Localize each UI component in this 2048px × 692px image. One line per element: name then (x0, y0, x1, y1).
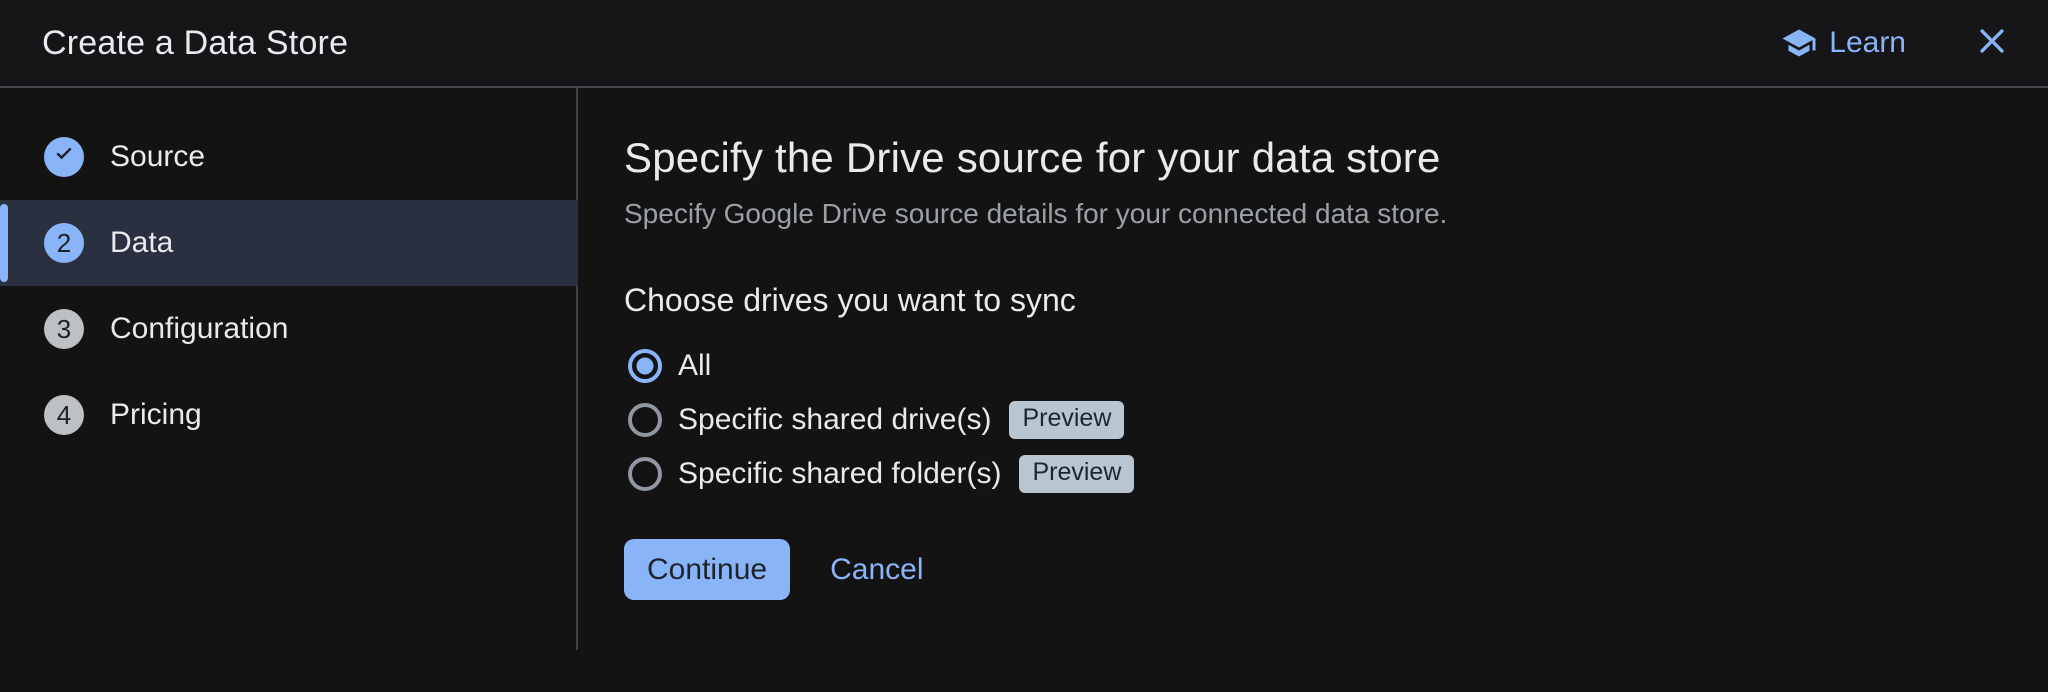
option-all[interactable]: All (624, 339, 1988, 393)
option-specific-shared-drives[interactable]: Specific shared drive(s) Preview (624, 393, 1988, 447)
step-configuration[interactable]: 3 Configuration (0, 286, 578, 372)
radio-all-checked-icon[interactable] (628, 349, 662, 383)
step-data-label: Data (110, 226, 173, 260)
step-source[interactable]: Source (0, 114, 578, 200)
continue-button[interactable]: Continue (624, 539, 790, 600)
learn-link[interactable]: Learn (1773, 19, 1914, 67)
step-configuration-circle: 3 (44, 309, 84, 349)
close-icon (1975, 24, 2009, 63)
step-pricing-label: Pricing (110, 398, 202, 432)
stepper-sidebar: Source 2 Data 3 Configuration 4 Pricing (0, 88, 578, 692)
preview-badge: Preview (1019, 455, 1134, 493)
option-specific-folders-label: Specific shared folder(s) (678, 457, 1001, 491)
step-configuration-label: Configuration (110, 312, 288, 346)
main-panel: Specify the Drive source for your data s… (578, 88, 2048, 692)
option-all-label: All (678, 349, 711, 383)
active-step-accent-bar (0, 204, 8, 282)
step-source-label: Source (110, 140, 205, 174)
close-button[interactable] (1966, 17, 2018, 69)
dialog-body: Source 2 Data 3 Configuration 4 Pricing … (0, 88, 2048, 692)
step-data[interactable]: 2 Data (0, 200, 578, 286)
sync-section-title: Choose drives you want to sync (624, 282, 1988, 319)
school-icon (1781, 25, 1817, 61)
step-pricing[interactable]: 4 Pricing (0, 372, 578, 458)
dialog-title: Create a Data Store (42, 24, 348, 63)
step-source-circle (44, 137, 84, 177)
cancel-button[interactable]: Cancel (806, 539, 947, 600)
page-subtitle: Specify Google Drive source details for … (624, 198, 1988, 230)
radio-specific-folders-icon[interactable] (628, 457, 662, 491)
create-data-store-dialog: Create a Data Store Learn (0, 0, 2048, 692)
dialog-header: Create a Data Store Learn (0, 0, 2048, 88)
option-specific-shared-folders[interactable]: Specific shared folder(s) Preview (624, 447, 1988, 501)
check-icon (52, 142, 76, 173)
option-specific-drives-label: Specific shared drive(s) (678, 403, 991, 437)
learn-label: Learn (1829, 26, 1906, 60)
radio-specific-drives-icon[interactable] (628, 403, 662, 437)
preview-badge: Preview (1009, 401, 1124, 439)
step-data-circle: 2 (44, 223, 84, 263)
page-title: Specify the Drive source for your data s… (624, 134, 1988, 182)
drive-sync-options: All Specific shared drive(s) Preview Spe… (624, 339, 1988, 501)
step-pricing-circle: 4 (44, 395, 84, 435)
action-buttons: Continue Cancel (624, 539, 1988, 600)
